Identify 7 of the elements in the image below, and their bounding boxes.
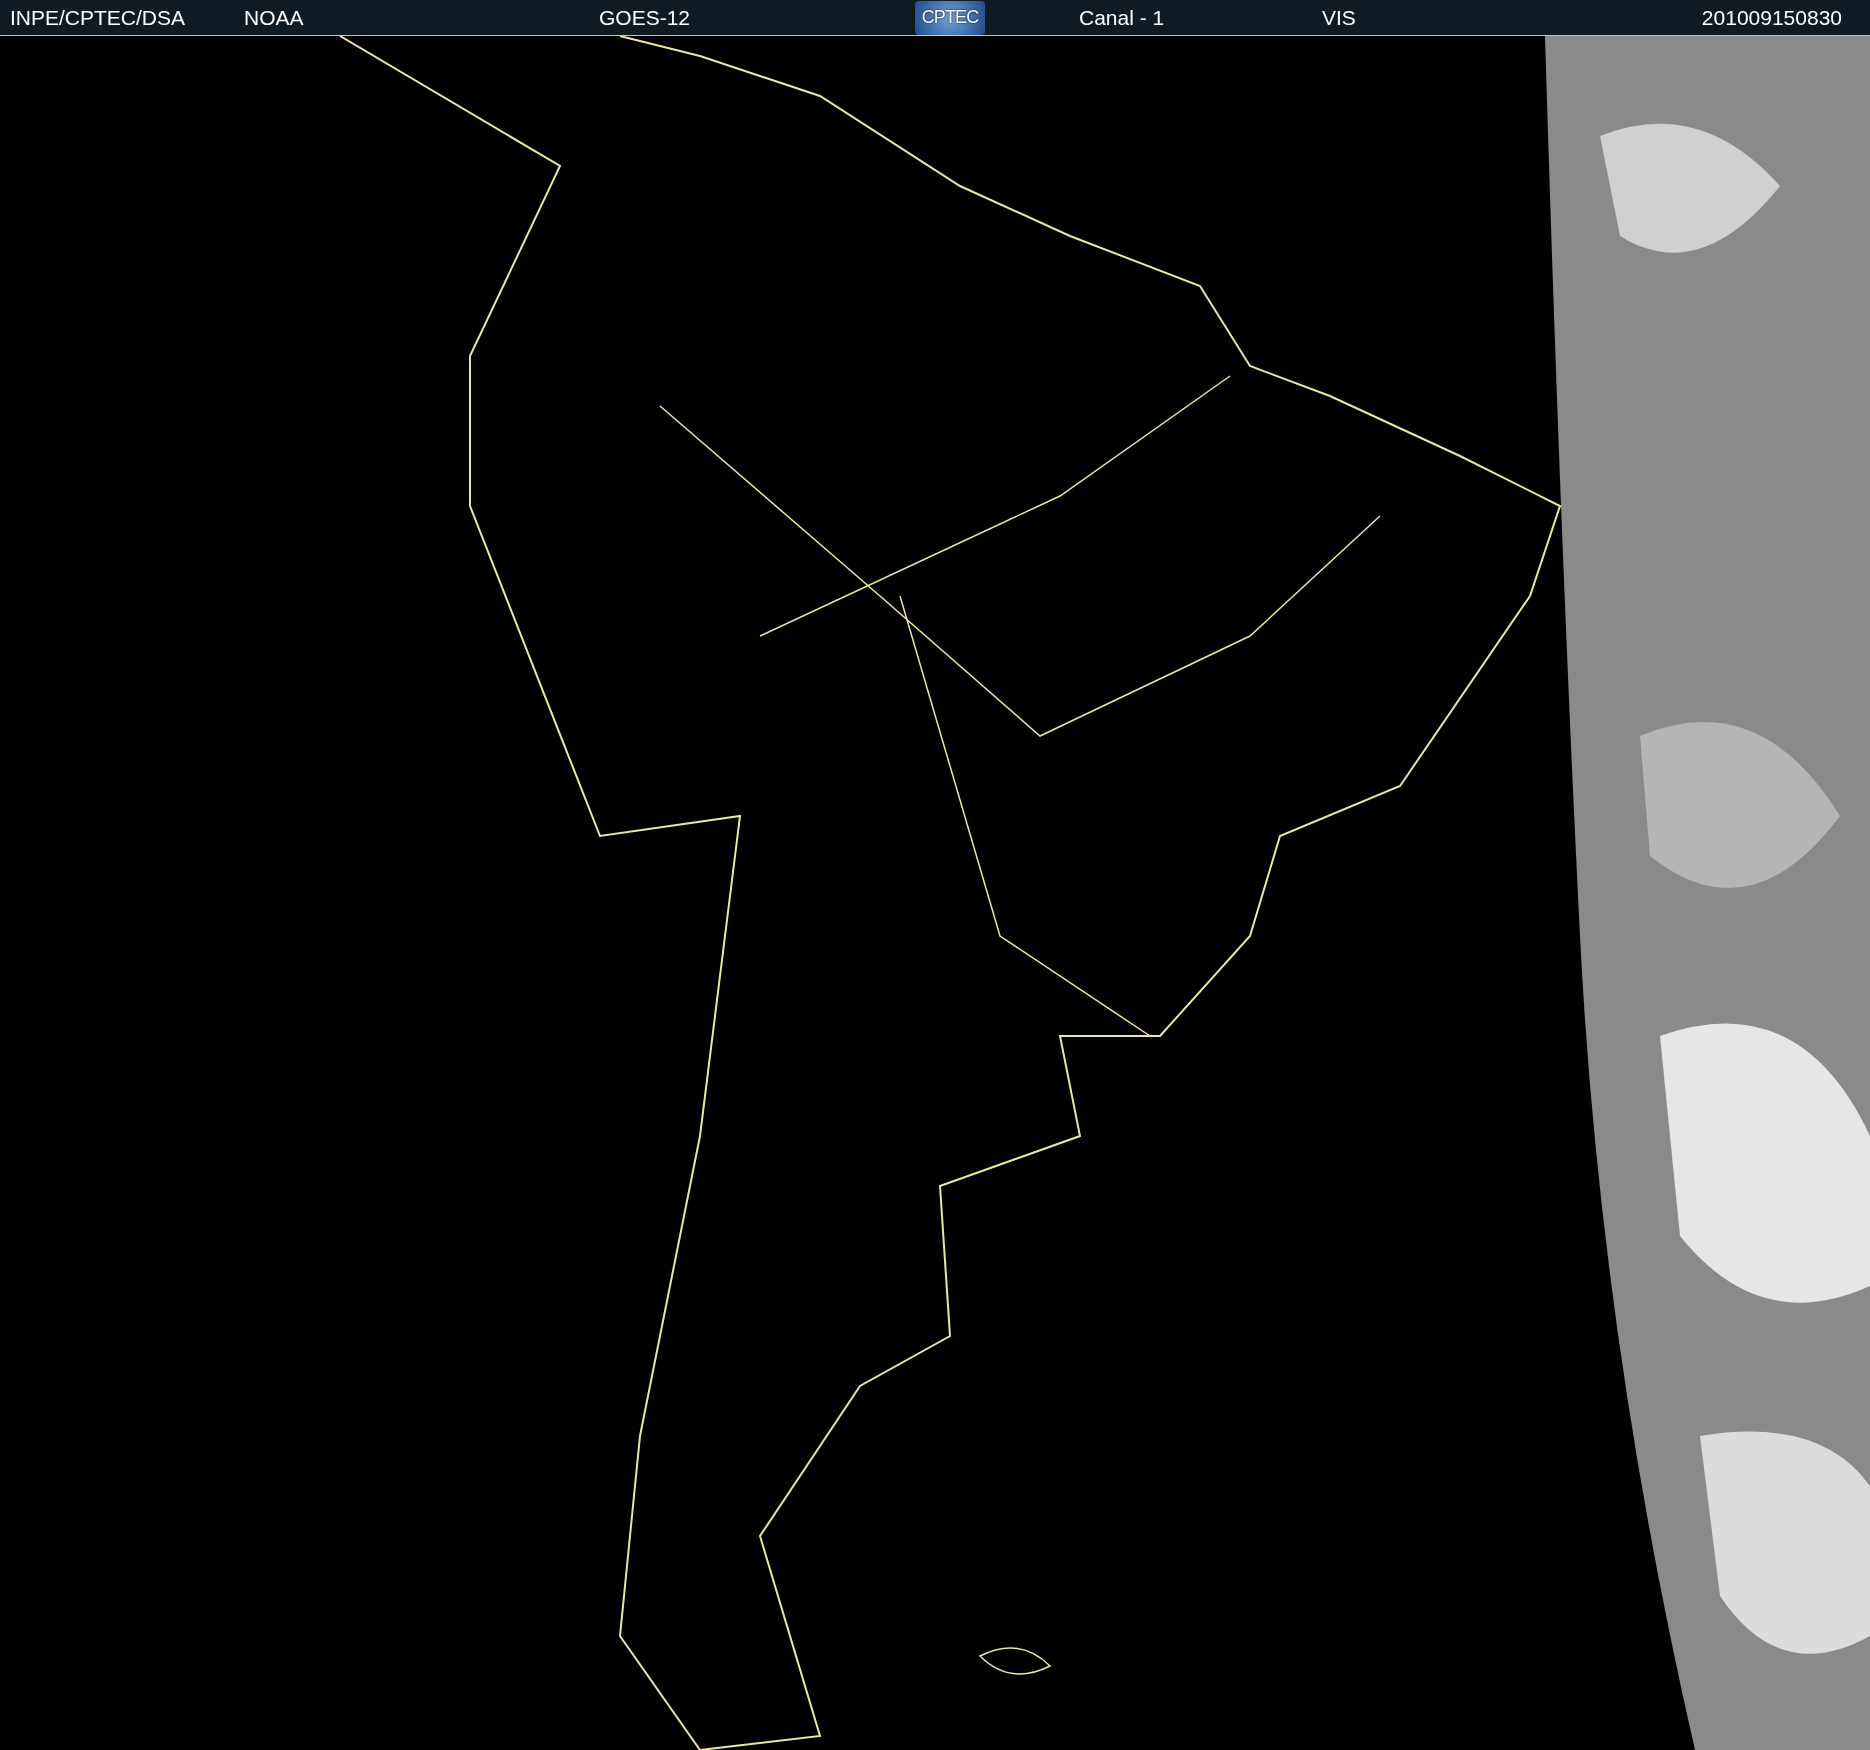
header-label: GOES-12: [599, 5, 691, 29]
header-label: NOAA: [244, 5, 304, 29]
header-label: INPE/CPTEC/DSA: [10, 5, 186, 29]
header-label: Canal - 1: [1079, 5, 1165, 29]
logo: CPTEC: [915, 0, 985, 35]
header-label: VIS: [1322, 5, 1356, 29]
header-label: 201009150830: [1701, 5, 1842, 29]
